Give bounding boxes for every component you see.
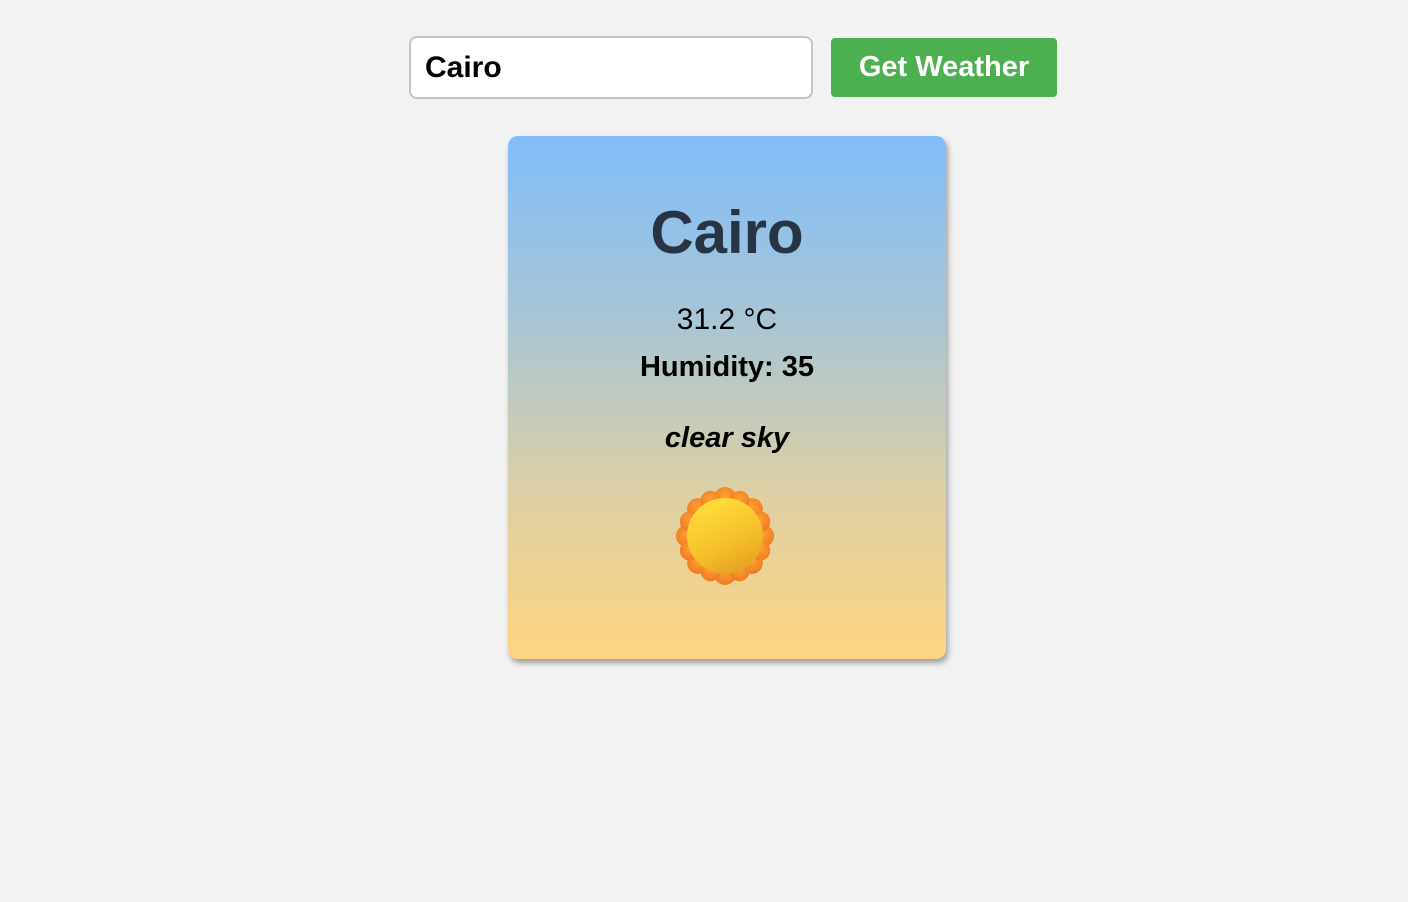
weather-card: Cairo 31.2 °C Humidity: 35 clear sky: [508, 136, 946, 659]
humidity: Humidity: 35: [639, 351, 815, 383]
get-weather-button[interactable]: Get Weather: [831, 38, 1057, 97]
search-bar: Get Weather: [409, 36, 1057, 99]
weather-app: Get Weather Cairo 31.2 °C Humidity: 35 c…: [0, 0, 1408, 902]
city-name: Cairo: [650, 199, 804, 266]
sun-icon: [676, 487, 774, 585]
city-input[interactable]: [409, 36, 813, 99]
temperature: 31.2 °C: [676, 303, 778, 336]
weather-description: clear sky: [664, 422, 790, 454]
